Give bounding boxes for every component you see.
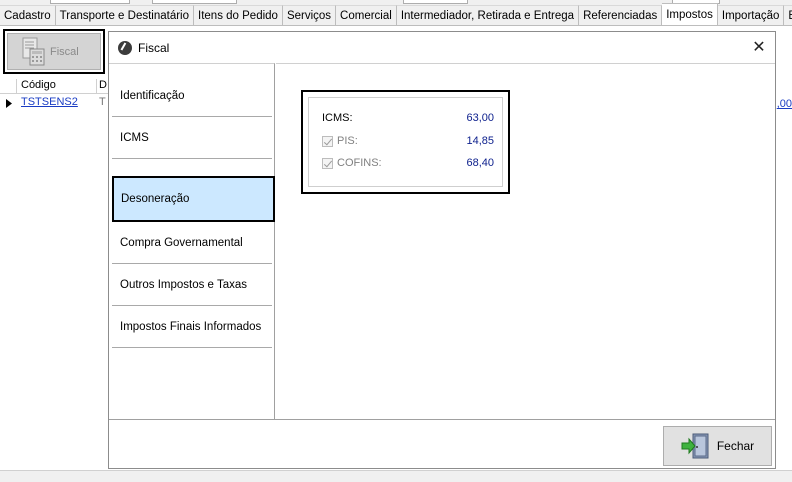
pis-row: PIS: 14,85 — [322, 133, 494, 149]
icms-label: ICMS: — [322, 112, 353, 124]
row-value-peek[interactable]: ,00 — [777, 98, 792, 110]
nav-item-label: Compra Governamental — [120, 236, 243, 249]
tab-transporte[interactable]: Transporte e Destinatário — [55, 5, 195, 25]
tab-importacao[interactable]: Importação — [717, 5, 785, 25]
tab-referenciadas[interactable]: Referenciadas — [579, 5, 663, 25]
nav-item-identificacao[interactable]: Identificação — [112, 75, 272, 117]
nav-item-impostos-finais[interactable]: Impostos Finais Informados — [112, 306, 272, 348]
nav-item-outros-impostos[interactable]: Outros Impostos e Taxas — [112, 264, 272, 306]
pis-checkbox[interactable] — [322, 135, 333, 147]
tab-impostos[interactable]: Impostos — [662, 3, 718, 25]
grid-header-codigo[interactable]: Código — [17, 79, 97, 93]
row-next-cell: T — [99, 96, 106, 108]
dialog-footer: Fechar — [109, 419, 775, 468]
grid-indicator-column — [0, 79, 17, 93]
nav-item-compra-governamental[interactable]: Compra Governamental — [112, 222, 272, 264]
dialog-title-bar: Fiscal — [109, 32, 775, 63]
cofins-label: COFINS: — [337, 157, 382, 169]
tab-bar: Cadastro Transporte e Destinatário Itens… — [0, 3, 792, 26]
fechar-button[interactable]: Fechar — [663, 426, 772, 466]
desoneracao-values-highlight: ICMS: 63,00 PIS: 14,85 COFINS: 68,40 — [301, 90, 510, 194]
desoneracao-values-panel: ICMS: 63,00 PIS: 14,85 COFINS: 68,40 — [308, 97, 503, 187]
strip-segment — [403, 0, 468, 4]
dialog-title: Fiscal — [138, 40, 170, 55]
dialog-nav: Identificação ICMS Desoneração Compra Go… — [109, 63, 275, 419]
cofins-checkbox[interactable] — [322, 157, 333, 169]
row-pointer-icon — [0, 96, 17, 111]
fiscal-button-label: Fiscal — [50, 45, 79, 58]
app-icon — [118, 40, 132, 55]
tab-intermediador[interactable]: Intermediador, Retirada e Entrega — [396, 5, 580, 25]
tab-ex[interactable]: Ex — [784, 5, 792, 25]
tab-itens-pedido[interactable]: Itens do Pedido — [194, 5, 283, 25]
nav-item-label: Outros Impostos e Taxas — [120, 278, 247, 291]
cofins-row: COFINS: 68,40 — [322, 155, 494, 171]
table-row[interactable]: TSTSENS2 T — [0, 96, 110, 111]
nav-item-desoneracao[interactable]: Desoneração — [112, 176, 275, 222]
nav-item-icms[interactable]: ICMS — [112, 117, 272, 159]
nav-item-label: ICMS — [120, 131, 149, 144]
fiscal-button-highlight: Fiscal — [3, 29, 105, 74]
nav-item-label: Impostos Finais Informados — [120, 320, 262, 333]
fechar-button-label: Fechar — [716, 439, 755, 453]
cofins-value: 68,40 — [466, 157, 494, 169]
icms-row: ICMS: 63,00 — [322, 110, 494, 126]
pis-value: 14,85 — [466, 135, 494, 147]
tab-comercial[interactable]: Comercial — [336, 5, 397, 25]
exit-door-icon — [681, 433, 709, 459]
nav-item-label: Identificação — [120, 89, 185, 102]
grid-header: Código D — [0, 79, 110, 94]
calculator-icon — [22, 37, 45, 65]
row-codigo-link[interactable]: TSTSENS2 — [17, 96, 97, 111]
tab-servicos[interactable]: Serviços — [282, 5, 337, 25]
tab-cadastro[interactable]: Cadastro — [0, 5, 56, 25]
nav-item-label: Desoneração — [121, 193, 190, 205]
fiscal-button[interactable]: Fiscal — [7, 33, 101, 70]
dialog-content: ICMS: 63,00 PIS: 14,85 COFINS: 68,40 — [276, 63, 775, 419]
strip-segment — [50, 0, 130, 4]
icms-value: 63,00 — [466, 112, 494, 124]
grid-header-next[interactable]: D — [97, 79, 107, 93]
close-icon[interactable]: ✕ — [749, 37, 769, 57]
strip-segment — [152, 0, 237, 4]
pis-label: PIS: — [337, 135, 358, 147]
bottom-scrollbar[interactable] — [0, 470, 792, 482]
fiscal-dialog: Fiscal ✕ Identificação ICMS Desoneração … — [108, 31, 776, 469]
